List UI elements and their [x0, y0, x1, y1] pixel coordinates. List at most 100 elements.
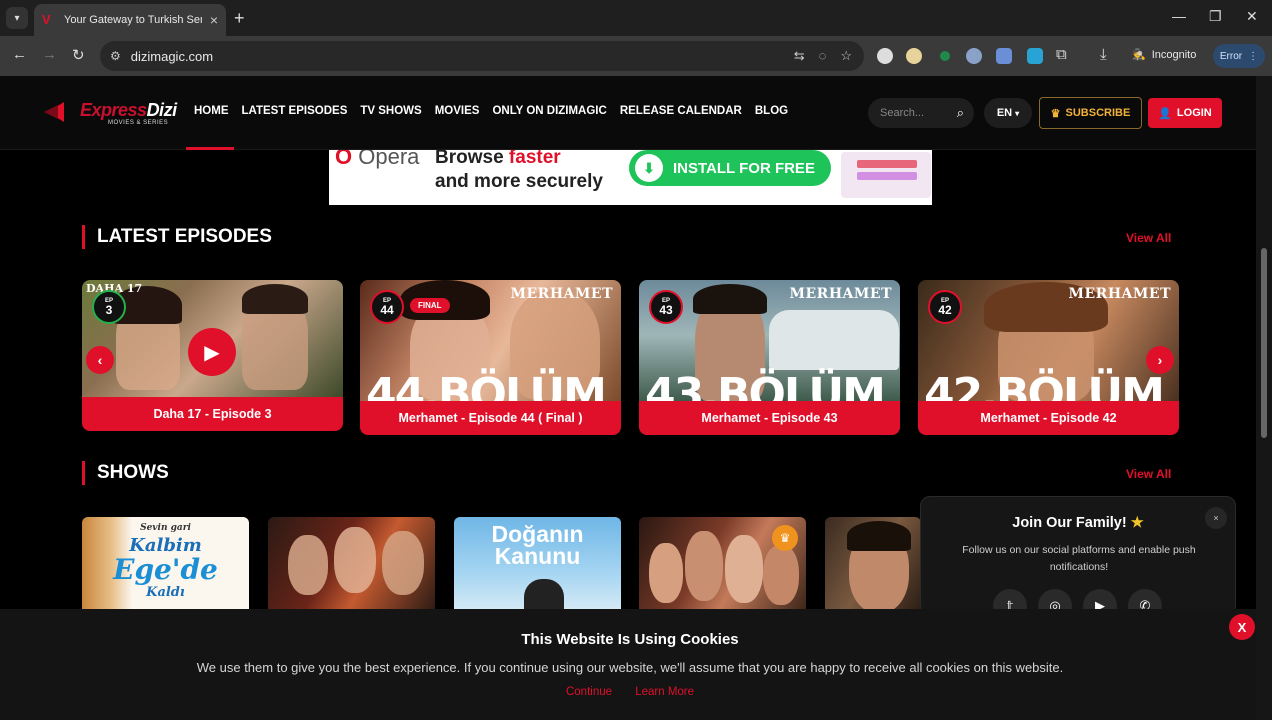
section-title: LATEST EPISODES	[97, 226, 272, 247]
popup-title: Join Our Family! ★	[921, 515, 1235, 531]
ad-line2: and more securely	[435, 171, 603, 192]
language-selector[interactable]: EN ▾	[984, 98, 1032, 128]
logo-subtitle: MOVIES & SERIES	[108, 120, 169, 126]
show-card[interactable]	[825, 517, 921, 613]
nav-only-on-dizimagic[interactable]: ONLY ON DIZIMAGIC	[492, 105, 606, 117]
popup-title-text: Join Our Family!	[1012, 515, 1127, 531]
main-navigation: HOME LATEST EPISODES TV SHOWS MOVIES ONL…	[194, 105, 801, 117]
address-bar[interactable]: ⚙ dizimagic.com ⇆ ◌ ☆	[100, 41, 864, 71]
nav-home[interactable]: HOME	[194, 105, 229, 117]
crown-icon: ♛	[1050, 107, 1061, 120]
search-icon[interactable]: ⌕	[957, 105, 964, 121]
shows-view-all-link[interactable]: View All	[1126, 467, 1171, 481]
episode-caption: Merhamet - Episode 43	[639, 401, 900, 435]
ad-brand: O Opera	[335, 150, 419, 170]
episode-number-badge: EP 43	[649, 290, 683, 324]
address-url: dizimagic.com	[130, 48, 214, 64]
nav-tv-shows[interactable]: TV SHOWS	[360, 105, 421, 117]
back-arrow-icon[interactable]: ←	[12, 46, 27, 63]
browser-tab-bar: ▾ V Your Gateway to Turkish Series × + —…	[0, 0, 1272, 36]
show-watermark: MERHAMET	[510, 286, 613, 302]
ad-screenshot	[841, 152, 931, 198]
restore-icon[interactable]: ❐	[1209, 8, 1222, 25]
latest-view-all-link[interactable]: View All	[1126, 231, 1171, 245]
episode-card[interactable]: 42.BÖLÜM MERHAMET EP 42 Merhamet - Episo…	[918, 280, 1179, 435]
cookie-continue-link[interactable]: Continue	[566, 686, 612, 698]
cookie-actions: Continue Learn More	[0, 686, 1256, 698]
ad-install-button[interactable]: ⬇ INSTALL FOR FREE	[629, 150, 831, 186]
ad-line1a: Browse	[435, 150, 509, 168]
search-placeholder: Search...	[880, 107, 925, 119]
ad-brand-label: Opera	[358, 150, 420, 169]
opera-ad-banner[interactable]: O Opera Browse faster and more securely …	[329, 150, 932, 205]
profile-error-button[interactable]: Error ⋮	[1213, 44, 1265, 68]
episode-caption: Merhamet - Episode 42	[918, 401, 1179, 435]
episode-card[interactable]: 43.BÖLÜM MERHAMET EP 43 Merhamet - Episo…	[639, 280, 900, 435]
site-favicon-icon: V	[42, 12, 51, 27]
tab-search-button[interactable]: ▾	[6, 7, 28, 29]
download-icon[interactable]: ⤓	[1100, 46, 1107, 63]
ep-number: 44	[380, 303, 394, 317]
join-family-popup: × Join Our Family! ★ Follow us on our so…	[920, 496, 1236, 623]
browser-tab-active[interactable]: V Your Gateway to Turkish Series ×	[34, 4, 226, 36]
play-icon[interactable]: ▶	[188, 328, 236, 376]
extension-icon[interactable]	[996, 48, 1012, 64]
site-info-icon[interactable]: ⚙	[110, 49, 121, 63]
episode-card[interactable]: DAHA 17 EP 3 ▶ Daha 17 - Episode 3	[82, 280, 343, 431]
incognito-label: Incognito	[1151, 48, 1197, 61]
tab-close-icon[interactable]: ×	[210, 12, 218, 28]
show-poster-title-line2: Ege'de	[113, 553, 218, 586]
episode-card[interactable]: 44.BÖLÜM MERHAMET EP 44 FINAL Merhamet -…	[360, 280, 621, 435]
nav-blog[interactable]: BLOG	[755, 105, 788, 117]
ad-line1b: faster	[508, 150, 561, 168]
cookie-learn-more-link[interactable]: Learn More	[635, 686, 694, 698]
new-tab-button[interactable]: +	[234, 8, 245, 28]
incognito-icon: 🕵	[1132, 49, 1146, 61]
reload-icon[interactable]: ↻	[72, 46, 85, 64]
show-card[interactable]: Sevin gari Kalbim Ege'de Kaldı	[82, 517, 249, 613]
extension-icon[interactable]	[1027, 48, 1043, 64]
forward-arrow-icon[interactable]: →	[42, 46, 57, 63]
show-card[interactable]: ♛	[639, 517, 806, 613]
cookie-title: This Website Is Using Cookies	[521, 631, 739, 648]
site-logo[interactable]: ExpressDizi MOVIES & SERIES	[44, 98, 178, 130]
ad-headline: Browse faster and more securely	[435, 150, 603, 194]
scrollbar-thumb[interactable]	[1261, 248, 1267, 438]
show-watermark: MERHAMET	[789, 286, 892, 302]
carousel-next-icon[interactable]: ›	[1146, 346, 1174, 374]
nav-movies[interactable]: MOVIES	[435, 105, 480, 117]
window-close-icon[interactable]: ✕	[1246, 8, 1258, 25]
nav-release-calendar[interactable]: RELEASE CALENDAR	[620, 105, 742, 117]
page-scrollbar[interactable]	[1256, 76, 1272, 720]
subscribe-button[interactable]: ♛ SUBSCRIBE	[1039, 97, 1142, 129]
site-header: ExpressDizi MOVIES & SERIES HOME LATEST …	[0, 76, 1256, 150]
eye-off-icon[interactable]: ◌	[819, 48, 827, 64]
extension-icon[interactable]	[877, 48, 893, 64]
search-input[interactable]: Search... ⌕	[868, 98, 974, 128]
login-button[interactable]: 👤 LOGIN	[1148, 98, 1222, 128]
extension-icon[interactable]	[940, 51, 950, 61]
logo-word-dizi: Dizi	[146, 100, 178, 120]
extensions-puzzle-icon[interactable]: ⧉	[1056, 46, 1067, 63]
logo-word-express: Express	[80, 100, 147, 120]
translate-icon[interactable]: ⇆	[794, 48, 805, 64]
minimize-icon[interactable]: —	[1172, 8, 1186, 24]
extension-icon[interactable]	[966, 48, 982, 64]
ad-cta-label: INSTALL FOR FREE	[673, 159, 815, 177]
bookmark-star-icon[interactable]: ☆	[840, 48, 852, 64]
premium-crown-icon: ♛	[772, 525, 798, 551]
final-badge: FINAL	[410, 298, 450, 313]
cookie-consent-bar: This Website Is Using Cookies We use the…	[0, 609, 1256, 720]
show-card[interactable]	[268, 517, 435, 613]
popup-description: Follow us on our social platforms and en…	[962, 544, 1196, 573]
more-menu-icon: ⋮	[1248, 50, 1259, 62]
cookie-close-button[interactable]: X	[1229, 614, 1255, 640]
ep-number: 43	[659, 303, 673, 317]
extension-icon[interactable]	[906, 48, 922, 64]
show-card[interactable]: Doğanın Kanunu	[454, 517, 621, 613]
user-icon: 👤	[1158, 107, 1172, 120]
incognito-indicator[interactable]: 🕵 Incognito	[1132, 48, 1197, 62]
show-poster-title-line3: Kaldı	[146, 585, 185, 600]
nav-latest-episodes[interactable]: LATEST EPISODES	[242, 105, 348, 117]
carousel-prev-icon[interactable]: ‹	[86, 346, 114, 374]
